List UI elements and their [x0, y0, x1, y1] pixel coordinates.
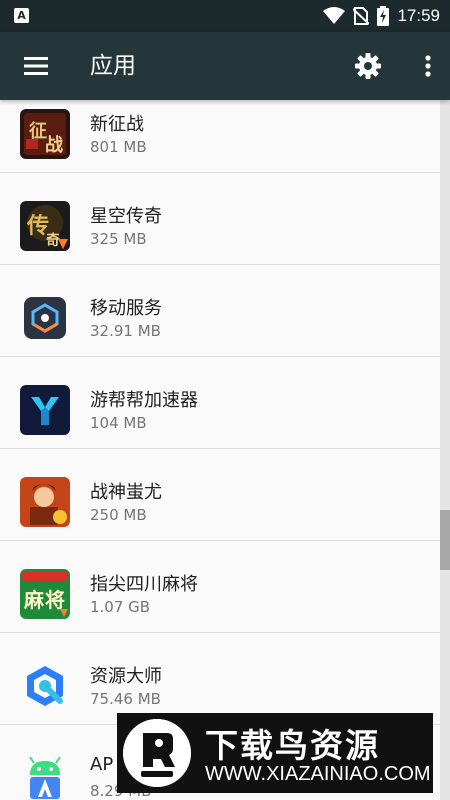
scrollbar-thumb[interactable]	[440, 510, 450, 570]
app-name: 战神蚩尤	[90, 482, 162, 503]
svg-text:战: 战	[45, 135, 63, 156]
list-item[interactable]: 麻 将 指尖四川麻将 1.07 GB	[0, 541, 440, 633]
game-icon-zhanshenchiyou	[20, 477, 70, 527]
android-app-icon	[29, 756, 61, 799]
accelerator-icon	[20, 385, 70, 435]
app-bar: 应用	[0, 32, 450, 100]
app-size: 75.46 MB	[90, 690, 161, 708]
scrollbar-track[interactable]	[440, 100, 450, 800]
list-item[interactable]: 资源大师 75.46 MB	[0, 633, 440, 725]
list-item[interactable]: 征 战 新征战 801 MB	[0, 100, 440, 173]
game-icon-xinzhengzhan: 征 战	[20, 109, 70, 159]
app-size: 1.07 GB	[90, 598, 151, 616]
menu-button[interactable]	[14, 44, 58, 88]
resource-master-icon	[27, 666, 63, 706]
more-options-button[interactable]	[414, 44, 442, 88]
notification-icon: A	[14, 8, 29, 23]
game-icon-xingkongchuanqi: 传 奇	[20, 201, 70, 251]
list-item[interactable]: 移动服务 32.91 MB	[0, 265, 440, 357]
app-size: 801 MB	[90, 138, 147, 156]
svg-text:将: 将	[45, 588, 65, 612]
app-size: 250 MB	[90, 506, 147, 524]
app-name: 新征战	[90, 114, 144, 135]
list-item[interactable]: 游帮帮加速器 104 MB	[0, 357, 440, 449]
app-name: 星空传奇	[90, 206, 162, 227]
mahjong-icon: 麻 将	[20, 569, 70, 619]
hamburger-menu-icon	[24, 57, 48, 75]
list-item[interactable]: 传 奇 星空传奇 325 MB	[0, 173, 440, 265]
more-vert-icon	[425, 55, 431, 77]
watermark-banner: 下载鸟资源 WWW.XIAZAINIAO.COM	[117, 713, 433, 793]
app-size: 104 MB	[90, 414, 147, 432]
battery-charging-icon	[377, 6, 390, 26]
app-size: 325 MB	[90, 230, 147, 248]
no-sim-icon	[353, 7, 370, 25]
wifi-icon	[323, 7, 346, 24]
status-icons: 17:59	[323, 0, 440, 32]
gear-icon	[355, 53, 381, 79]
app-size: 32.91 MB	[90, 322, 161, 340]
watermark-title: 下载鸟资源	[205, 726, 380, 765]
app-name: 游帮帮加速器	[90, 390, 198, 411]
settings-button[interactable]	[346, 44, 390, 88]
list-item[interactable]: 战神蚩尤 250 MB	[0, 449, 440, 541]
status-bar: A 17:59	[0, 0, 450, 32]
watermark-url: WWW.XIAZAINIAO.COM	[205, 763, 431, 785]
svg-text:麻: 麻	[23, 588, 45, 612]
page-title: 应用	[90, 53, 136, 79]
app-name: 指尖四川麻将	[90, 574, 198, 595]
app-name: 资源大师	[90, 666, 162, 687]
app-name: 移动服务	[90, 298, 162, 319]
svg-text:奇: 奇	[46, 232, 60, 249]
app-name: AP	[90, 754, 114, 775]
app-list: 征 战 新征战 801 MB 传 奇 星空传奇 325 MB 移动服务 32.9…	[0, 100, 440, 800]
bird-logo-icon	[123, 719, 191, 787]
mobile-service-icon	[24, 297, 66, 339]
status-time: 17:59	[397, 6, 440, 25]
